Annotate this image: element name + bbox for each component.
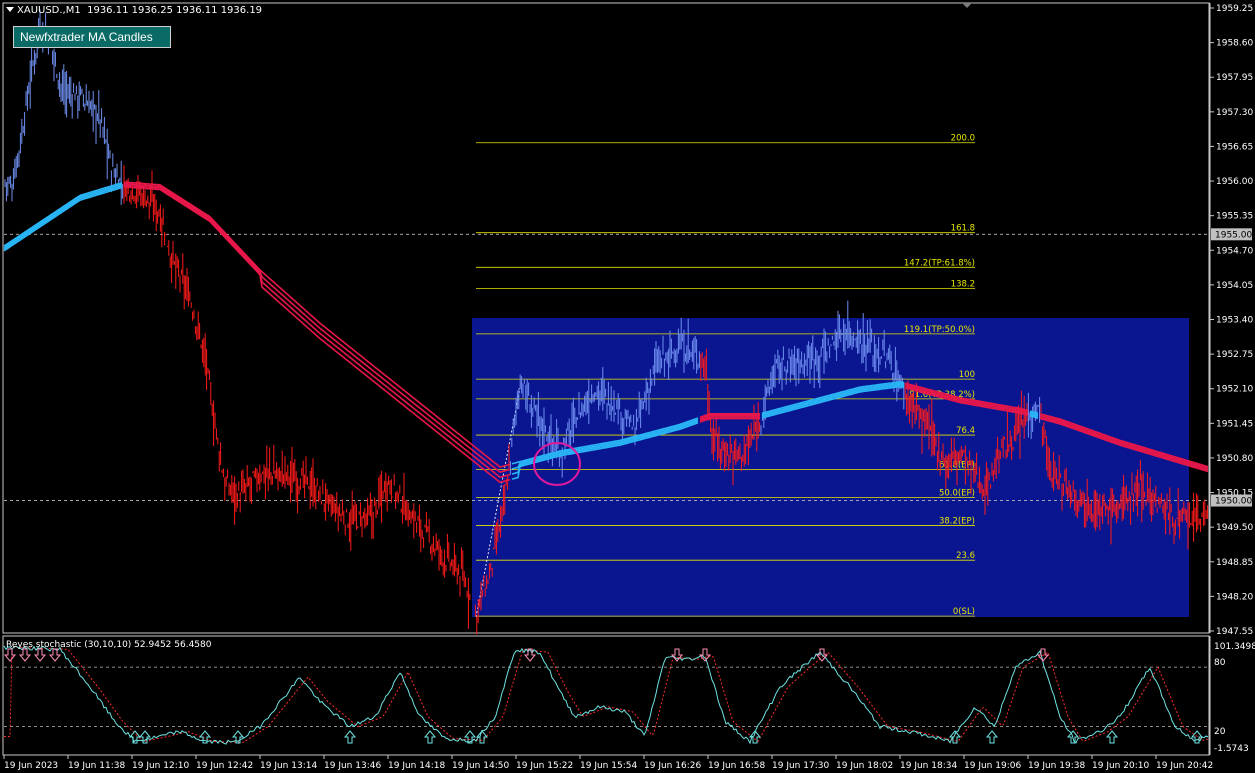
time-tick-label: 19 Jun 11:38 [68, 761, 125, 771]
indicator-frame [2, 635, 1210, 756]
fibonacci-level-label: 161.8 [951, 224, 975, 234]
indicator-title: Reyes stochastic (30,10,10) 52.9452 56.4… [6, 640, 212, 650]
chart-canvas[interactable]: 200.0 161.8 147.2(TP:61.8%) 138.2 119.1(TP:5… [0, 0, 1255, 773]
time-tick-label: 19 Jun 12:10 [132, 761, 189, 771]
fibonacci-level-label: 0(SL) [953, 607, 975, 617]
indicator-axis-label: 20 [1214, 727, 1226, 737]
signal-down-arrow [48, 648, 62, 662]
fibonacci-level-label: 100 [959, 370, 975, 380]
price-tick-label: 1957.95 [1216, 73, 1253, 83]
fibonacci-level-label: 200.0 [951, 134, 975, 144]
fibonacci-level-label: 138.2 [951, 280, 975, 290]
fibonacci-level-label: 119.1(TP:50.0%) [904, 325, 975, 335]
indicator-axis-label: 80 [1214, 658, 1226, 668]
price-tick-label: 1952.10 [1216, 385, 1253, 395]
time-tick-label: 19 Jun 16:26 [644, 761, 701, 771]
indicator-axis: 101.3498 80 20 -1.5743 [1209, 636, 1255, 755]
indicator-axis-label: 101.3498 [1214, 642, 1255, 652]
signal-up-arrow [343, 730, 357, 744]
time-tick-label: 19 Jun 17:30 [772, 761, 829, 771]
fibonacci-level-label: 38.2(EP) [939, 517, 975, 527]
price-tick-label: 1949.50 [1216, 523, 1253, 533]
fibonacci-level-label: 76.4 [956, 426, 975, 436]
stoch-main-line [3, 645, 1209, 745]
time-tick-label: 19 Jun 14:50 [452, 761, 509, 771]
price-tick-label: 1955.35 [1216, 212, 1253, 222]
ma-line [3, 186, 123, 252]
chart-shift-icon[interactable] [962, 3, 972, 8]
ohlc-values: 1936.11 1936.25 1936.11 1936.19 [87, 5, 263, 16]
time-tick-label: 19 Jun 20:42 [1156, 761, 1213, 771]
current-price-label: 1955.00 [1215, 230, 1252, 240]
signal-up-arrow [1190, 730, 1204, 744]
price-tick-label: 1947.55 [1216, 627, 1253, 637]
price-tick-label: 1948.85 [1216, 558, 1253, 568]
price-tick-label: 1954.05 [1216, 281, 1253, 291]
signal-up-arrow [475, 730, 489, 744]
ma-line [123, 181, 511, 468]
time-tick-label: 19 Jun 20:10 [1092, 761, 1149, 771]
price-tick-label: 1948.20 [1216, 592, 1253, 602]
time-tick-label: 19 Jun 16:58 [708, 761, 765, 771]
time-tick-label: 19 Jun 13:14 [260, 761, 317, 771]
price-tick-label: 1951.45 [1216, 419, 1253, 429]
price-tick-label: 1956.00 [1216, 177, 1253, 187]
time-tick-label: 19 Jun 18:02 [836, 761, 893, 771]
fibonacci-level-label: 147.2(TP:61.8%) [904, 258, 975, 268]
price-axis[interactable]: 1959.25 1958.60 1957.95 1957.30 1956.65 1956.… [1209, 3, 1253, 637]
price-tick-label: 1952.75 [1216, 350, 1253, 360]
time-tick-label: 19 Jun 18:34 [900, 761, 957, 771]
time-tick-label: 19 Jun 19:06 [964, 761, 1021, 771]
price-tick-label: 1953.40 [1216, 316, 1253, 326]
time-tick-label: 19 Jun 19:38 [1028, 761, 1085, 771]
signal-up-arrow [423, 730, 437, 744]
fibonacci-level-label: 23.6 [956, 551, 975, 561]
signal-down-arrow [18, 648, 32, 662]
time-tick-label: 19 Jun 2023 [4, 761, 58, 771]
fibonacci-level-label: 50.0(EP) [939, 488, 975, 498]
price-tick-label: 1956.65 [1216, 142, 1253, 152]
signal-down-arrow [698, 648, 712, 662]
signal-down-arrow [33, 648, 47, 662]
price-tick-label: 1958.60 [1216, 39, 1253, 49]
indicator-badge[interactable]: Newfxtrader MA Candles [13, 26, 171, 48]
signal-down-arrow [3, 648, 17, 662]
indicator-axis-label: -1.5743 [1214, 744, 1249, 754]
price-tick-label: 1954.70 [1216, 246, 1253, 256]
price-tick-label: 1950.80 [1216, 454, 1253, 464]
signal-down-arrow [670, 648, 684, 662]
symbol-label: XAUUSD.,M1 [17, 5, 81, 16]
time-axis: 19 Jun 2023 19 Jun 11:38 19 Jun 12:10 19 Ju… [3, 755, 1213, 771]
stoch-signal-line [4, 646, 1209, 743]
chart-header[interactable]: XAUUSD.,M1 1936.11 1936.25 1936.11 1936.… [6, 5, 262, 16]
signal-up-arrow [948, 730, 962, 744]
price-tick-label: 1959.25 [1216, 4, 1253, 14]
time-tick-label: 19 Jun 15:22 [516, 761, 573, 771]
signal-up-arrow [1105, 730, 1119, 744]
price-tick-label: 1957.30 [1216, 108, 1253, 118]
current-price-label: 1950.00 [1215, 497, 1252, 507]
time-tick-label: 19 Jun 14:18 [388, 761, 445, 771]
signal-up-arrow [985, 730, 999, 744]
time-tick-label: 19 Jun 13:46 [324, 761, 381, 771]
signal-up-arrow [463, 730, 477, 744]
time-tick-label: 19 Jun 12:42 [196, 761, 253, 771]
chart-menu-icon[interactable] [6, 7, 14, 12]
time-tick-label: 19 Jun 15:54 [580, 761, 637, 771]
stochastic-indicator [3, 645, 1209, 745]
